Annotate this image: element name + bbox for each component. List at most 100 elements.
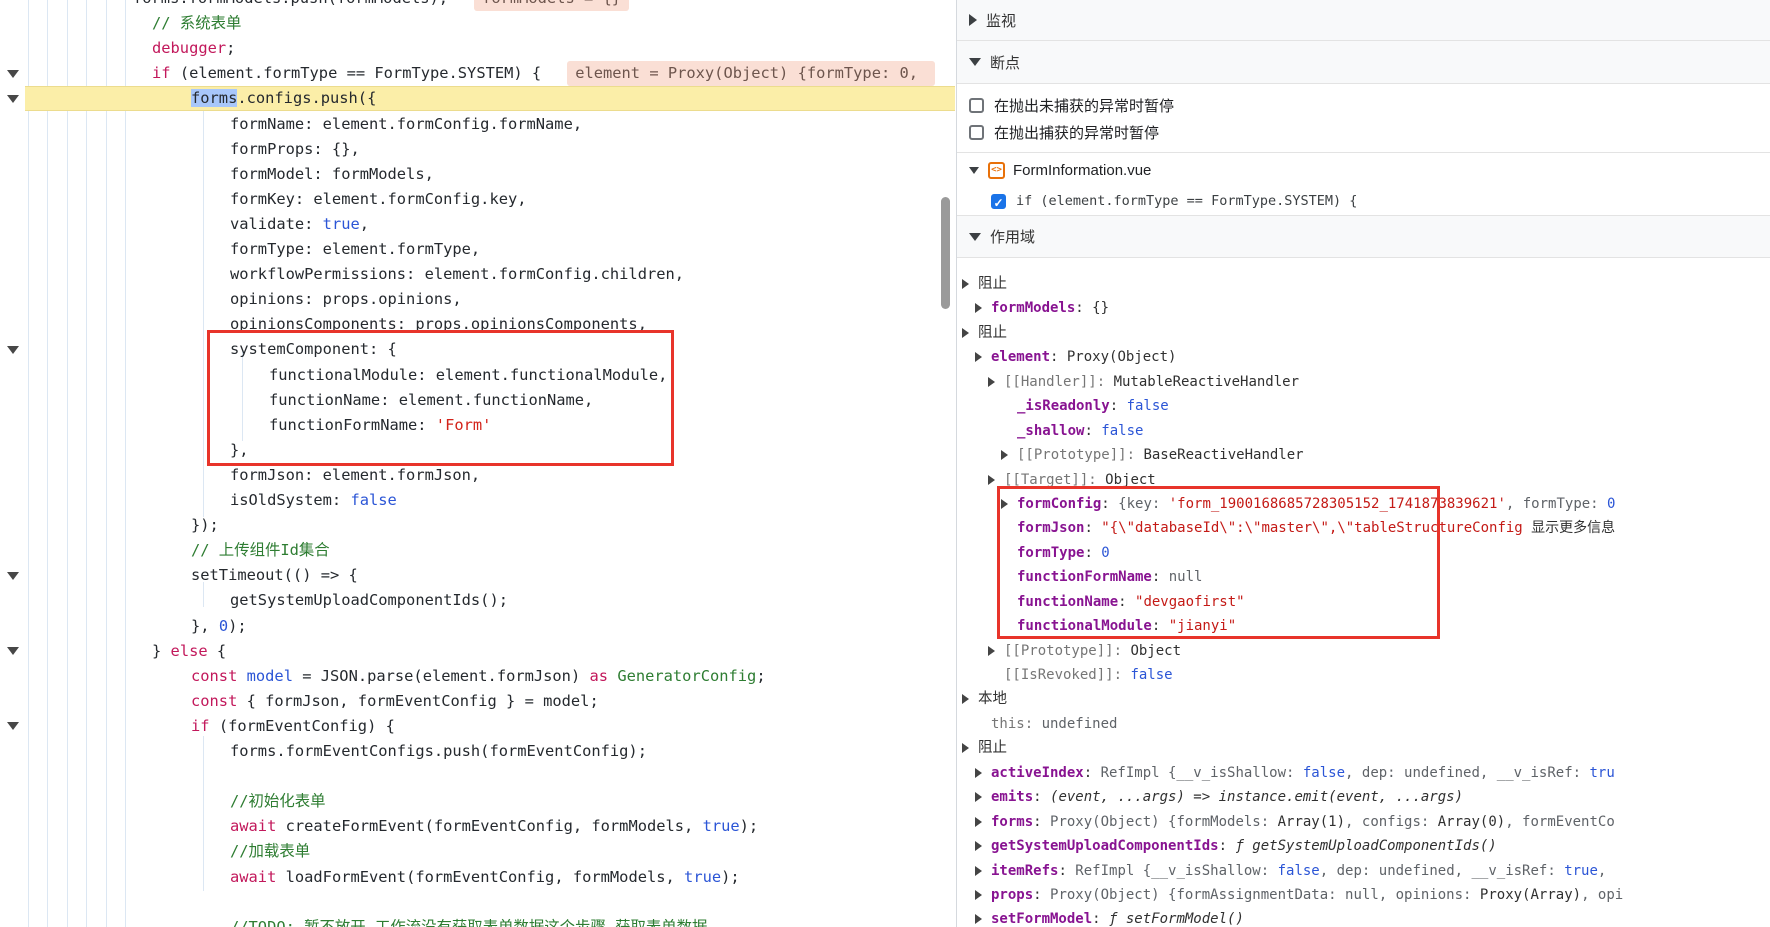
code-line[interactable]: formModel: formModels, [230, 162, 434, 187]
code-line[interactable]: getSystemUploadComponentIds(); [230, 588, 508, 613]
scope-variable-row[interactable]: getSystemUploadComponentIds: ƒ getSystem… [957, 834, 1770, 858]
fold-arrow-icon[interactable] [7, 70, 19, 78]
expand-arrow-icon[interactable] [975, 890, 982, 900]
scope-variable-row[interactable]: formConfig: {key: 'form_1900168685728305… [957, 492, 1770, 516]
code-line[interactable]: if (formEventConfig) { [191, 714, 395, 739]
expand-arrow-icon[interactable] [962, 328, 969, 338]
expand-arrow-icon[interactable] [1001, 450, 1008, 460]
code-line[interactable]: formProps: {}, [230, 137, 360, 162]
code-line[interactable]: if (element.formType == FormType.SYSTEM)… [152, 61, 935, 86]
section-breakpoints-header[interactable]: 断点 [957, 41, 1770, 84]
code-line[interactable]: }, [230, 438, 249, 463]
pause-on-uncaught-row[interactable]: 在抛出未捕获的异常时暂停 [957, 92, 1770, 119]
code-line[interactable]: functionName: element.functionName, [269, 388, 593, 413]
chevron-right-icon[interactable] [969, 14, 977, 26]
expand-arrow-icon[interactable] [988, 377, 995, 387]
scope-section-row[interactable]: 阻止 [957, 272, 1770, 296]
scope-variable-row[interactable]: props: Proxy(Object) {formAssignmentData… [957, 883, 1770, 907]
expand-arrow-icon[interactable] [975, 817, 982, 827]
expand-arrow-icon[interactable] [1001, 499, 1008, 509]
code-line[interactable]: const model = JSON.parse(element.formJso… [191, 664, 766, 689]
pause-on-caught-row[interactable]: 在抛出捕获的异常时暂停 [957, 119, 1770, 146]
code-line[interactable]: validate: true, [230, 212, 369, 237]
code-line[interactable]: functionFormName: 'Form' [269, 413, 491, 438]
scope-variable-row[interactable]: functionFormName: null [957, 565, 1770, 589]
breakpoint-entry[interactable]: ✓ if (element.formType == FormType.SYSTE… [957, 187, 1770, 215]
code-line[interactable]: workflowPermissions: element.formConfig.… [230, 262, 684, 287]
scope-variable-row[interactable]: element: Proxy(Object) [957, 345, 1770, 369]
pause-caught-checkbox[interactable] [969, 125, 984, 140]
section-watch-header[interactable]: 监视 [957, 0, 1770, 41]
scope-variable-row[interactable]: formJson: "{\"databaseId\":\"master\",\"… [957, 516, 1770, 540]
scope-variable-row[interactable]: forms: Proxy(Object) {formModels: Array(… [957, 810, 1770, 834]
scope-variable-row[interactable]: [[IsRevoked]]: false [957, 663, 1770, 687]
scope-section-row[interactable]: 阻止 [957, 321, 1770, 345]
editor-scrollbar-thumb[interactable] [941, 197, 950, 309]
fold-arrow-icon[interactable] [7, 647, 19, 655]
code-line[interactable]: formKey: element.formConfig.key, [230, 187, 527, 212]
fold-arrow-icon[interactable] [7, 346, 19, 354]
scope-variable-row[interactable]: _shallow: false [957, 419, 1770, 443]
code-line[interactable]: functionalModule: element.functionalModu… [269, 363, 667, 388]
code-line[interactable]: formName: element.formConfig.formName, [230, 112, 582, 137]
scope-variable-row[interactable]: [[Target]]: Object [957, 468, 1770, 492]
fold-arrow-icon[interactable] [7, 722, 19, 730]
chevron-down-icon[interactable] [969, 167, 979, 174]
fold-arrow-icon[interactable] [7, 572, 19, 580]
scope-variable-row[interactable]: formType: 0 [957, 541, 1770, 565]
expand-arrow-icon[interactable] [975, 792, 982, 802]
code-line[interactable]: setTimeout(() => { [191, 563, 358, 588]
scope-variable-row[interactable]: formModels: {} [957, 296, 1770, 320]
scope-variable-row[interactable]: functionalModule: "jianyi" [957, 614, 1770, 638]
code-line[interactable]: isOldSystem: false [230, 488, 397, 513]
code-line[interactable]: //初始化表单 [230, 789, 326, 814]
expand-arrow-icon[interactable] [988, 475, 995, 485]
code-line[interactable]: opinionsComponents: props.opinionsCompon… [230, 312, 647, 337]
code-line[interactable]: //加载表单 [230, 839, 310, 864]
code-line[interactable]: debugger; [152, 36, 235, 61]
code-line[interactable]: const { formJson, formEventConfig } = mo… [191, 689, 599, 714]
code-line[interactable]: systemComponent: { [230, 337, 397, 362]
code-line[interactable]: // 系统表单 [152, 11, 241, 36]
code-line[interactable]: }, 0); [191, 614, 247, 639]
code-line[interactable]: opinions: props.opinions, [230, 287, 462, 312]
scope-variable-row[interactable]: [[Prototype]]: BaseReactiveHandler [957, 443, 1770, 467]
code-line[interactable]: formType: element.formType, [230, 237, 480, 262]
code-line[interactable]: //TODO: 暂不放开,工作流没有获取表单数据这个步骤,获取表单数据 [230, 915, 707, 927]
scope-variable-row[interactable]: itemRefs: RefImpl {__v_isShallow: false,… [957, 859, 1770, 883]
expand-arrow-icon[interactable] [975, 841, 982, 851]
scope-variable-row[interactable]: [[Handler]]: MutableReactiveHandler [957, 370, 1770, 394]
section-scope-header[interactable]: 作用域 [957, 216, 1770, 258]
chevron-down-icon[interactable] [969, 233, 981, 241]
code-line[interactable]: // 上传组件Id集合 [191, 538, 330, 563]
code-line[interactable]: forms.configs.push({ [191, 86, 376, 111]
expand-arrow-icon[interactable] [975, 866, 982, 876]
expand-arrow-icon[interactable] [975, 303, 982, 313]
chevron-down-icon[interactable] [969, 58, 981, 66]
expand-arrow-icon[interactable] [962, 279, 969, 289]
expand-arrow-icon[interactable] [962, 743, 969, 753]
expand-arrow-icon[interactable] [962, 694, 969, 704]
code-line[interactable]: forms.formModels.push(formModels);formMo… [133, 0, 629, 11]
expand-arrow-icon[interactable] [988, 646, 995, 656]
scope-variable-row[interactable]: functionName: "devgaofirst" [957, 590, 1770, 614]
breakpoint-file-group[interactable]: <> FormInformation.vue [957, 153, 1770, 187]
breakpoint-checkbox[interactable]: ✓ [991, 194, 1006, 209]
scope-variable-row[interactable]: [[Prototype]]: Object [957, 639, 1770, 663]
expand-arrow-icon[interactable] [975, 914, 982, 924]
scope-variable-row[interactable]: this: undefined [957, 712, 1770, 736]
code-line[interactable]: await loadFormEvent(formEventConfig, for… [230, 865, 740, 890]
scope-section-row[interactable]: 本地 [957, 687, 1770, 711]
pause-uncaught-checkbox[interactable] [969, 98, 984, 113]
expand-arrow-icon[interactable] [975, 352, 982, 362]
scope-variable-row[interactable]: setFormModel: ƒ setFormModel() [957, 907, 1770, 927]
code-line[interactable]: }); [191, 513, 219, 538]
scope-variable-row[interactable]: _isReadonly: false [957, 394, 1770, 418]
code-line[interactable]: forms.formEventConfigs.push(formEventCon… [230, 739, 647, 764]
scope-section-row[interactable]: 阻止 [957, 736, 1770, 760]
code-line[interactable]: await createFormEvent(formEventConfig, f… [230, 814, 758, 839]
fold-arrow-icon[interactable] [7, 95, 19, 103]
scope-variable-row[interactable]: emits: (event, ...args) => instance.emit… [957, 785, 1770, 809]
code-line[interactable]: formJson: element.formJson, [230, 463, 480, 488]
code-line[interactable]: } else { [152, 639, 226, 664]
